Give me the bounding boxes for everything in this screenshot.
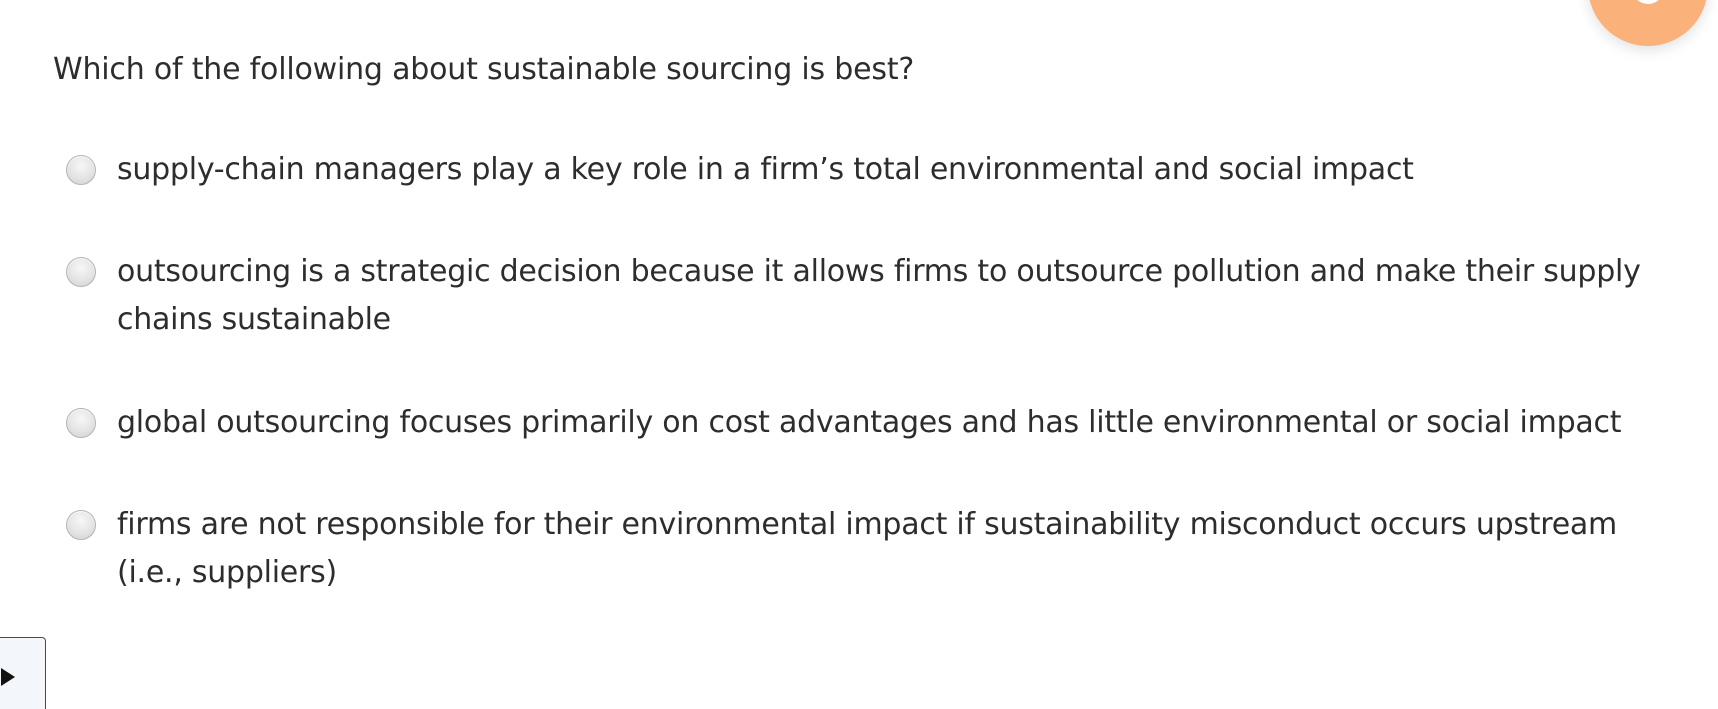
answer-option[interactable]: firms are not responsible for their envi…	[66, 501, 1666, 597]
radio-button[interactable]	[66, 155, 96, 185]
media-play-tab[interactable]	[0, 637, 46, 709]
answer-option[interactable]: global outsourcing focuses primarily on …	[66, 399, 1666, 447]
answer-option[interactable]: outsourcing is a strategic decision beca…	[66, 248, 1666, 344]
radio-button[interactable]	[66, 408, 96, 438]
answer-option-label: supply-chain managers play a key role in…	[117, 152, 1414, 187]
answer-option[interactable]: supply-chain managers play a key role in…	[66, 146, 1666, 194]
answer-option-label: outsourcing is a strategic decision beca…	[117, 254, 1641, 337]
question-text: Which of the following about sustainable…	[53, 52, 915, 87]
floating-help-button[interactable]	[1588, 0, 1708, 46]
play-icon	[1, 668, 15, 686]
radio-button[interactable]	[66, 257, 96, 287]
answer-option-label: firms are not responsible for their envi…	[117, 507, 1618, 590]
help-icon	[1632, 0, 1664, 4]
answer-option-label: global outsourcing focuses primarily on …	[117, 405, 1622, 440]
radio-button[interactable]	[66, 510, 96, 540]
